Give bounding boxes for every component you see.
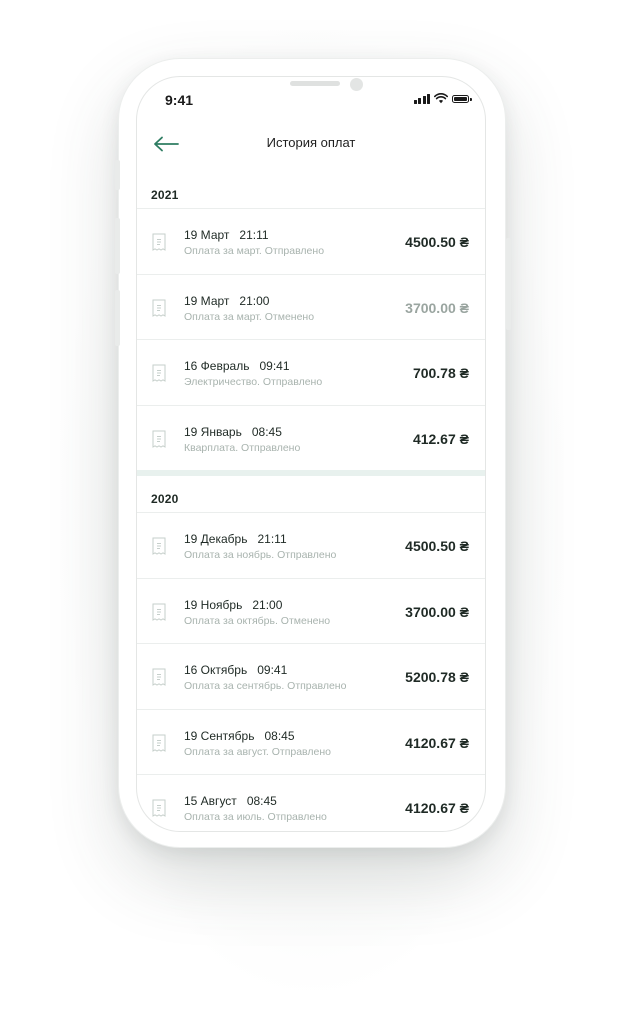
signal-icon [413, 93, 430, 104]
receipt-icon [152, 799, 166, 817]
payment-date: 15 Август [184, 794, 237, 808]
payment-date: 19 Декабрь [184, 532, 248, 546]
receipt-icon [152, 537, 166, 555]
payment-date-time: 16 Октябрь 09:41 [184, 663, 287, 677]
payment-time: 09:41 [257, 663, 288, 677]
payment-date: 19 Сентябрь [184, 728, 255, 743]
power-button [506, 238, 511, 330]
payment-time: 21:00 [252, 597, 283, 612]
payment-date-time: 19 Январь 08:45 [184, 425, 282, 439]
year-header: 2021 [137, 180, 485, 210]
payment-amount: 700.78 ₴ [412, 365, 469, 381]
payment-description: Оплата за октябрь. Отменено [184, 614, 331, 627]
payment-date-time: 16 Февраль 09:41 [184, 359, 290, 373]
payment-row[interactable]: 16 Февраль 09:41 Электричество. Отправлен… [137, 339, 485, 404]
battery-icon [452, 94, 472, 103]
app-screen: 9:41 История оплат 2021 19 Март 21:11 Опла… [136, 76, 486, 832]
wifi-icon [434, 93, 448, 104]
payment-date-time: 19 Март 21:11 [184, 228, 269, 242]
payment-description: Оплата за ноябрь. Отправлено [184, 549, 337, 561]
receipt-icon [152, 233, 166, 251]
payment-date: 19 Март [184, 228, 230, 242]
volume-down-button [115, 290, 120, 346]
payment-time: 21:11 [257, 532, 287, 546]
payment-date: 19 Март [184, 293, 230, 308]
payment-time: 08:45 [246, 794, 277, 808]
payment-row[interactable]: 19 Ноябрь 21:00 Оплата за октябрь. Отмене… [137, 577, 485, 643]
payment-time: 08:45 [264, 728, 295, 743]
payment-date-time: 15 Август 08:45 [184, 794, 277, 808]
payment-amount: 4500.50 ₴ [405, 234, 469, 250]
payment-date: 19 Ноябрь [184, 597, 243, 612]
receipt-icon [152, 734, 166, 752]
section-separator [137, 470, 485, 476]
payment-description: Оплата за июль. Отправлено [184, 811, 327, 823]
payment-row[interactable]: 15 Август 08:45 Оплата за июль. Отправлен… [137, 774, 485, 831]
payment-description: Кварплата. Отправлено [184, 441, 301, 454]
payment-row[interactable]: 19 Январь 08:45 Кварплата. Отправлено 412.… [137, 404, 485, 470]
payment-date-time: 19 Март 21:00 [184, 294, 269, 308]
payment-amount: 4120.67 ₴ [405, 800, 469, 816]
payment-date: 19 Январь [184, 424, 242, 439]
payment-row[interactable]: 19 Сентябрь 08:45 Оплата за август. Отпра… [137, 708, 485, 774]
payment-date-time: 19 Ноябрь 21:00 [184, 598, 282, 612]
year-label: 2020 [151, 492, 179, 506]
payment-date-time: 19 Сентябрь 08:45 [184, 729, 295, 743]
payment-amount: 3700.00 ₴ [405, 603, 469, 620]
payment-date-time: 19 Декабрь 21:11 [184, 532, 287, 546]
receipt-icon [152, 603, 166, 621]
payment-time: 08:45 [251, 424, 282, 439]
mute-switch [115, 160, 120, 190]
payment-amount: 5200.78 ₴ [405, 669, 469, 685]
payment-date: 16 Февраль [184, 359, 250, 373]
payment-description: Оплата за август. Отправлено [184, 745, 331, 758]
payment-description: Оплата за март. Отправлено [184, 245, 325, 257]
payment-time: 21:00 [239, 293, 270, 308]
receipt-icon [152, 430, 166, 448]
payment-time: 09:41 [259, 359, 290, 373]
year-label: 2021 [151, 188, 179, 202]
payment-amount: 4500.50 ₴ [405, 538, 469, 554]
page-title: История оплат [266, 135, 356, 150]
receipt-icon [152, 668, 166, 686]
payment-description: Электричество. Отправлено [184, 376, 323, 388]
payment-amount: 4120.67 ₴ [405, 734, 469, 751]
payment-time: 21:11 [239, 228, 269, 242]
payment-date: 16 Октябрь [184, 663, 248, 677]
payment-row[interactable]: 19 Март 21:00 Оплата за март. Отменено 370… [137, 273, 485, 339]
receipt-icon [152, 299, 166, 317]
payment-row[interactable]: 19 Декабрь 21:11 Оплата за ноябрь. Отправ… [137, 512, 485, 577]
payment-row[interactable]: 16 Октябрь 09:41 Оплата за сентябрь. Отпр… [137, 643, 485, 708]
payment-amount: 412.67 ₴ [412, 430, 469, 447]
payment-description: Оплата за сентябрь. Отправлено [184, 680, 347, 692]
year-header: 2020 [137, 484, 485, 514]
volume-up-button [115, 218, 120, 274]
payment-row[interactable]: 19 Март 21:11 Оплата за март. Отправлено 4… [137, 208, 485, 273]
front-camera [350, 78, 363, 91]
receipt-icon [152, 364, 166, 382]
speaker-notch [290, 81, 340, 86]
status-time: 9:41 [165, 92, 194, 108]
status-icons [413, 93, 472, 104]
payment-amount: 3700.00 ₴ [405, 299, 469, 316]
payment-description: Оплата за март. Отменено [184, 310, 315, 323]
